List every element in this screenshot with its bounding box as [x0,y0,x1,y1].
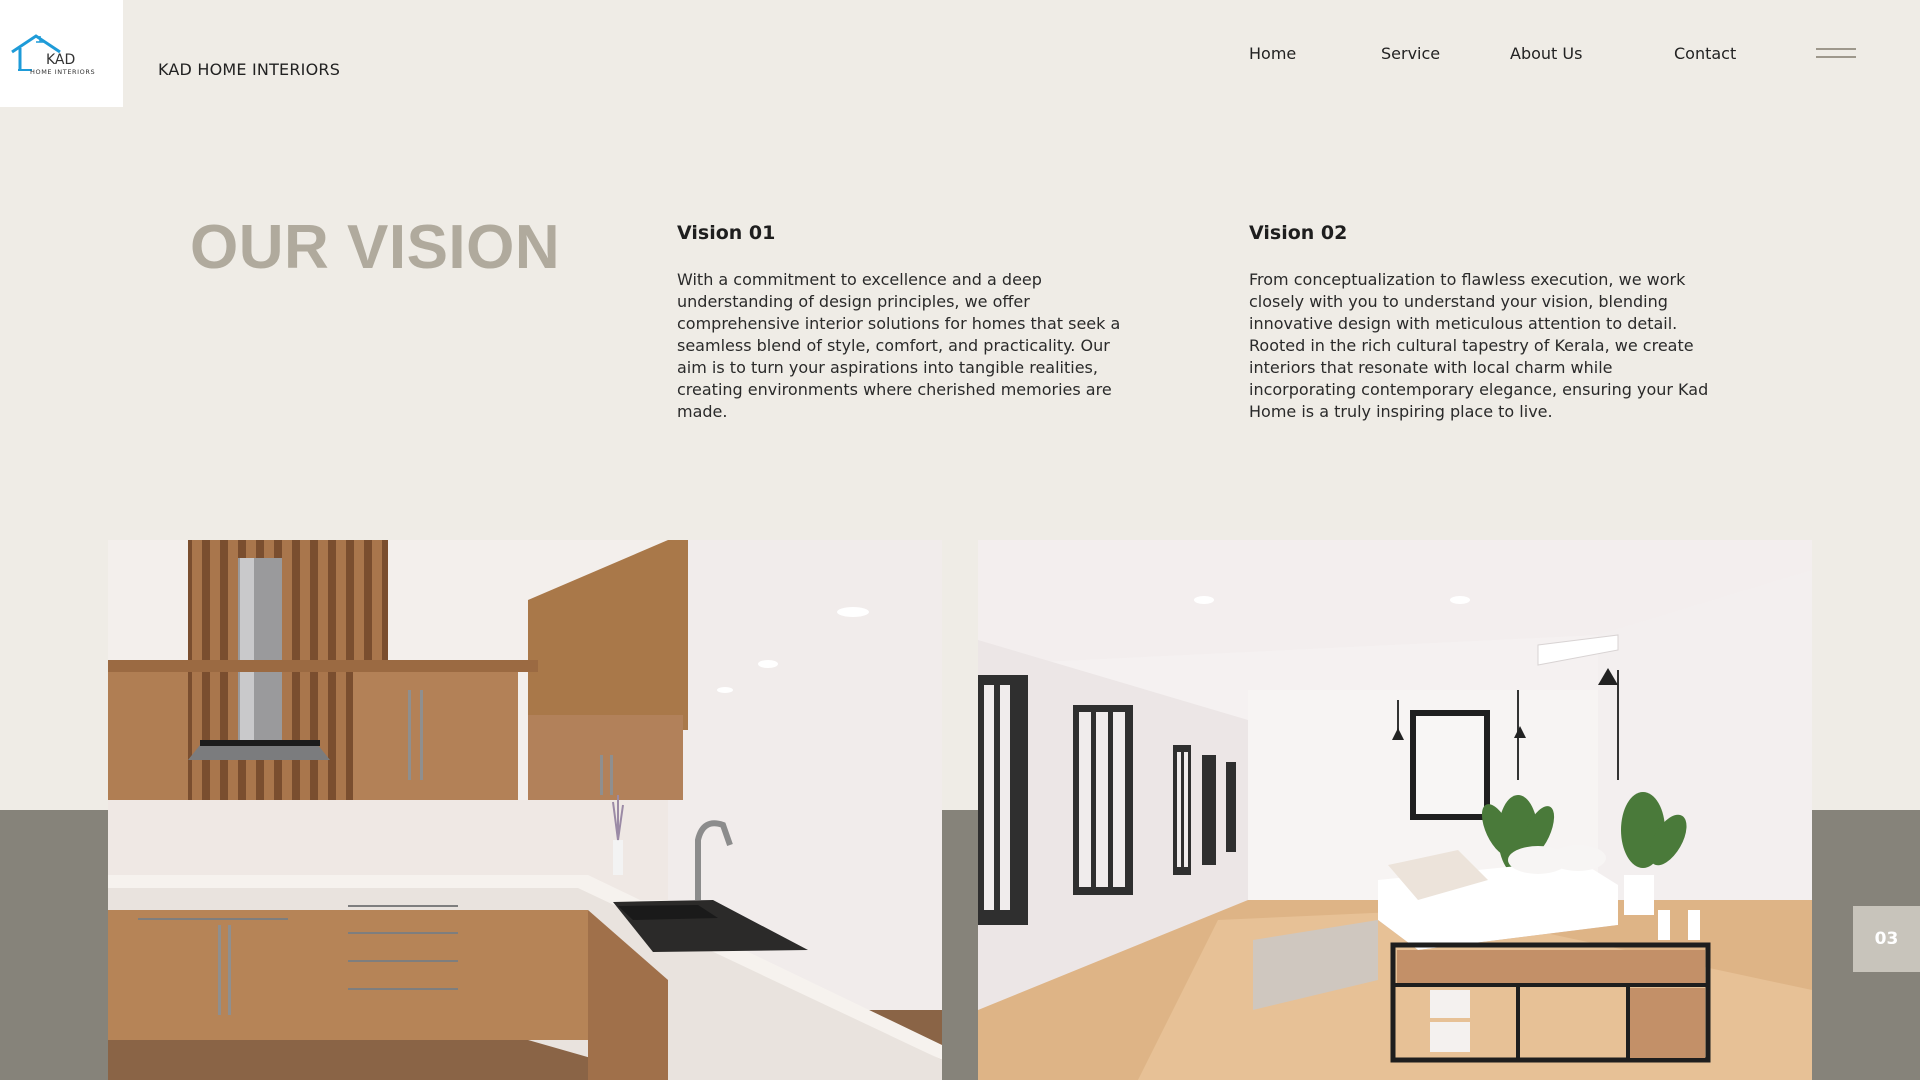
nav-service[interactable]: Service [1381,44,1440,63]
kitchen-photo [108,540,942,1080]
vision-02-body: From conceptualization to flawless execu… [1249,270,1709,421]
section-title: OUR VISION [190,213,561,282]
vision-01-body: With a commitment to excellence and a de… [677,270,1121,421]
vision-01: Vision 01 With a commitment to excellenc… [677,222,1137,423]
vision-01-heading: Vision 01 [677,222,776,244]
nav-contact[interactable]: Contact [1674,44,1736,63]
hamburger-menu-icon[interactable] [1814,48,1858,62]
vision-02: Vision 02 From conceptualization to flaw… [1249,222,1709,423]
bedroom-photo [978,540,1812,1080]
nav-about-us[interactable]: About Us [1510,44,1582,63]
vision-02-heading: Vision 02 [1249,222,1348,244]
logo-text-sub: HOME INTERIORS [30,68,95,76]
main-nav: Home Service About Us Contact [0,44,1920,68]
nav-home[interactable]: Home [1249,44,1296,63]
page-indicator[interactable]: 03 [1853,906,1920,972]
